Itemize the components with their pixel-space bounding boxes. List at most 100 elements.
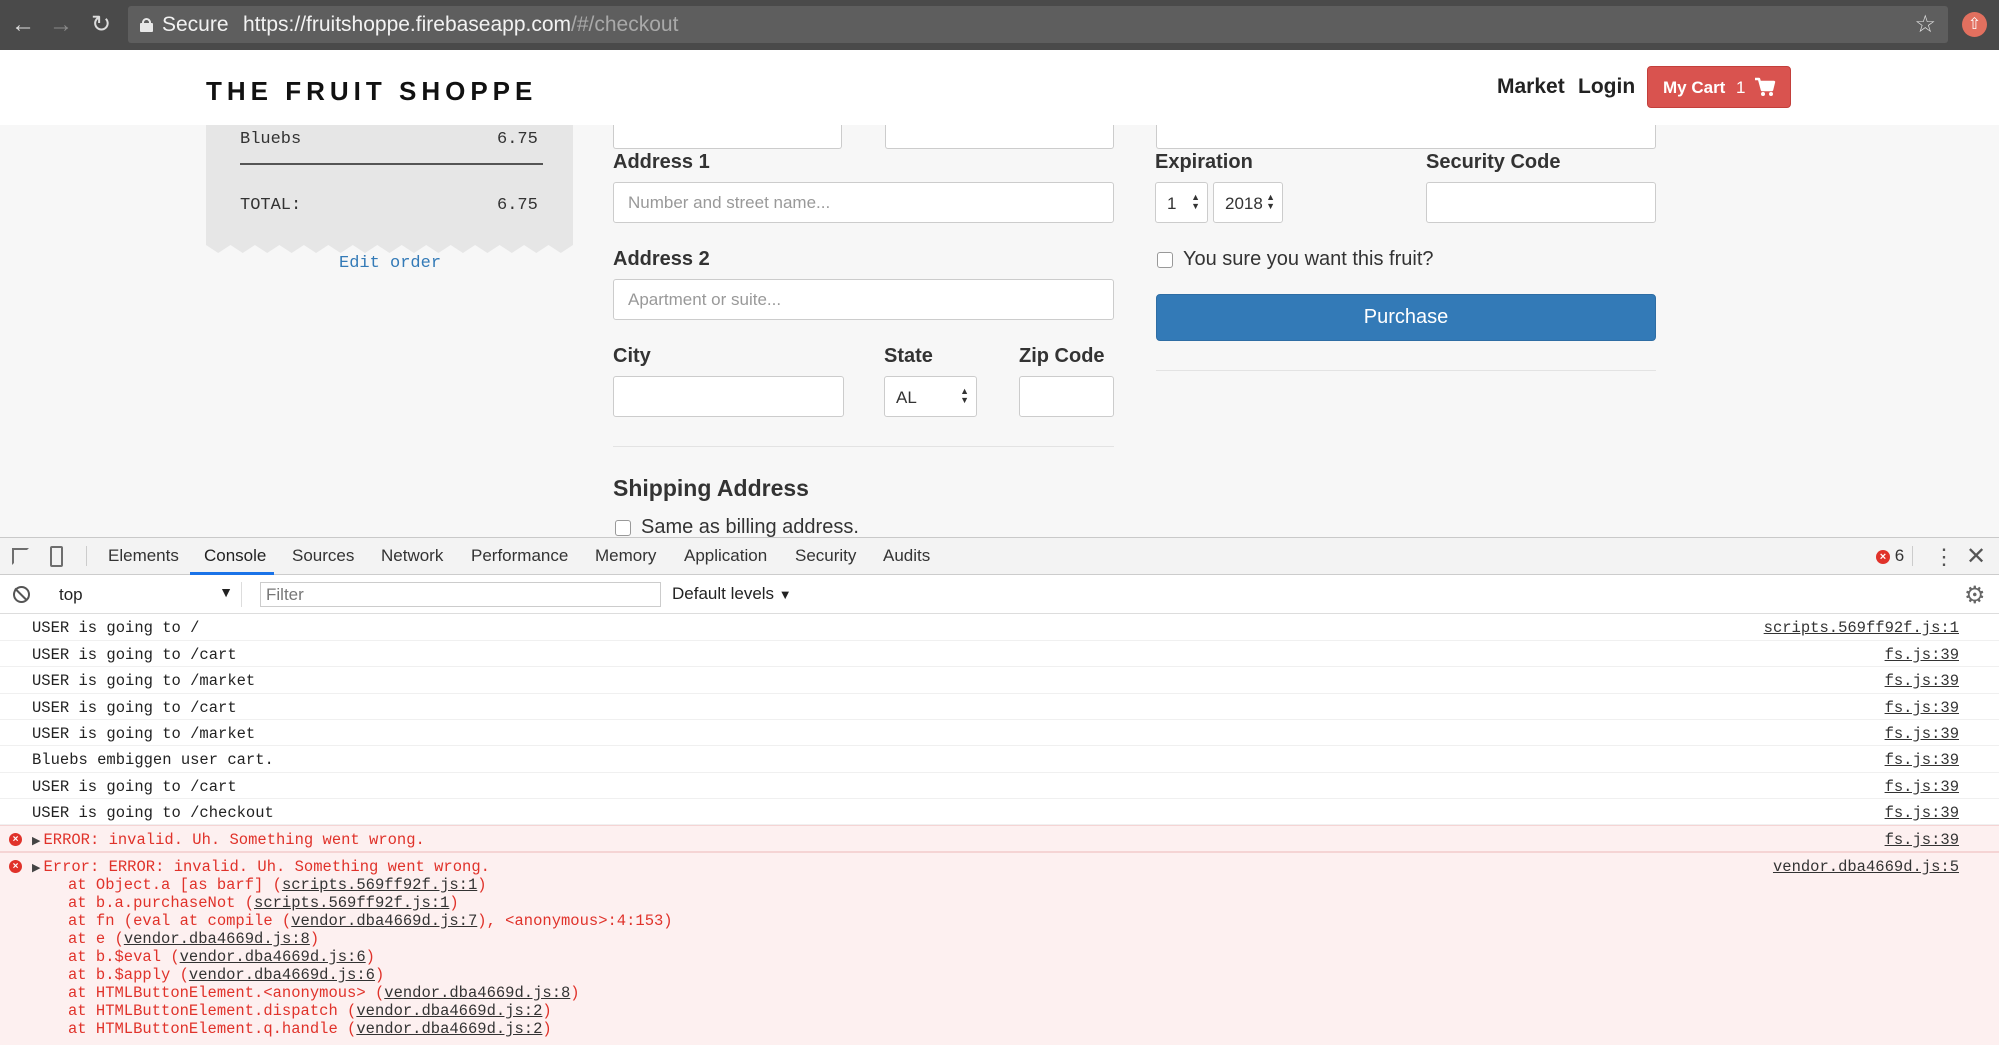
bookmark-star-icon[interactable]: ☆ (1914, 10, 1936, 39)
stack-frame-link[interactable]: vendor.dba4669d.js:6 (180, 948, 366, 966)
state-label: State (884, 345, 933, 367)
tab-audits[interactable]: Audits (883, 546, 930, 566)
back-icon[interactable]: ← (9, 11, 37, 39)
inspect-element-icon[interactable] (12, 548, 29, 565)
log-source-link[interactable]: vendor.dba4669d.js:5 (1773, 858, 1959, 876)
expand-triangle-icon[interactable]: ▶ (32, 836, 40, 848)
tab-memory[interactable]: Memory (595, 546, 656, 566)
console-toolbar: top ▼ Default levels ▼ ⚙ (0, 575, 1999, 614)
error-count-badge[interactable]: × 6 (1876, 546, 1904, 566)
stack-frame-link[interactable]: vendor.dba4669d.js:8 (384, 984, 570, 1002)
purchase-button[interactable]: Purchase (1156, 294, 1656, 341)
console-error-row[interactable]: × ▶ ERROR: invalid. Uh. Something went wr… (0, 825, 1999, 852)
forward-icon[interactable]: → (47, 11, 75, 39)
security-code-input[interactable] (1426, 182, 1656, 223)
log-message: Bluebs embiggen user cart. (32, 751, 274, 769)
same-as-billing-checkbox[interactable] (615, 520, 631, 536)
stack-frame-link[interactable]: vendor.dba4669d.js:2 (356, 1002, 542, 1020)
log-source-link[interactable]: fs.js:39 (1885, 831, 1959, 849)
card-number-input-partial[interactable] (1156, 125, 1656, 149)
close-devtools-icon[interactable]: ✕ (1966, 542, 1986, 571)
log-source-link[interactable]: fs.js:39 (1885, 646, 1959, 664)
first-name-input-partial[interactable] (613, 125, 842, 149)
context-selector[interactable]: top ▼ (50, 582, 242, 607)
last-name-input-partial[interactable] (885, 125, 1114, 149)
more-options-icon[interactable]: ⋮ (1933, 544, 1955, 570)
tab-console[interactable]: Console (204, 546, 266, 566)
device-toolbar-icon[interactable] (50, 546, 63, 567)
console-log-row: USER is going to /market fs.js:39 (0, 720, 1999, 746)
select-arrows-icon: ▲ ▼ (1191, 192, 1200, 211)
address-bar[interactable]: Secure https://fruitshoppe.firebaseapp.c… (128, 6, 1948, 43)
log-message: USER is going to /cart (32, 699, 237, 717)
receipt-divider (240, 163, 543, 165)
stack-frame-link[interactable]: vendor.dba4669d.js:6 (189, 966, 375, 984)
stack-trace-line: at Object.a [as barf] (scripts.569ff92f.… (68, 876, 487, 894)
tab-performance[interactable]: Performance (471, 546, 568, 566)
stack-trace-line: at e (vendor.dba4669d.js:8) (68, 930, 319, 948)
dropdown-arrow-icon: ▼ (778, 587, 792, 602)
dropdown-arrow-icon: ▼ (219, 584, 233, 600)
log-levels-dropdown[interactable]: Default levels ▼ (672, 584, 792, 604)
select-arrows-icon: ▲ ▼ (1266, 192, 1275, 211)
city-input[interactable] (613, 376, 844, 417)
console-filter-input[interactable] (260, 582, 661, 607)
expiration-label: Expiration (1155, 151, 1253, 173)
expiration-year-select[interactable]: 2018 ▲ ▼ (1213, 182, 1283, 223)
expand-triangle-icon[interactable]: ▶ (32, 863, 40, 875)
stack-frame-text: at b.$apply ( (68, 966, 189, 984)
shipping-address-title: Shipping Address (613, 475, 809, 501)
stack-trace-line: at HTMLButtonElement.dispatch (vendor.db… (68, 1002, 552, 1020)
address1-input[interactable] (613, 182, 1114, 223)
reload-icon[interactable]: ↻ (87, 11, 115, 39)
cart-label: My Cart (1663, 78, 1726, 97)
log-source-link[interactable]: scripts.569ff92f.js:1 (1764, 619, 1959, 637)
brand-logo[interactable]: THE FRUIT SHOPPE (206, 76, 537, 107)
stack-frame-link[interactable]: scripts.569ff92f.js:1 (282, 876, 477, 894)
stack-trace-line: at HTMLButtonElement.<anonymous> (vendor… (68, 984, 580, 1002)
nav-market-link[interactable]: Market (1497, 75, 1565, 99)
console-settings-gear-icon[interactable]: ⚙ (1964, 581, 1986, 610)
divider (613, 446, 1114, 447)
error-text: ERROR: invalid. Uh. Something went wrong… (43, 831, 425, 849)
address2-input[interactable] (613, 279, 1114, 320)
log-source-link[interactable]: fs.js:39 (1885, 804, 1959, 822)
error-count: 6 (1894, 546, 1905, 565)
stack-frame-link[interactable]: vendor.dba4669d.js:2 (356, 1020, 542, 1038)
stack-frame-link[interactable]: vendor.dba4669d.js:7 (291, 912, 477, 930)
context-value: top (59, 585, 83, 604)
tab-application[interactable]: Application (684, 546, 767, 566)
stack-frame-text: at b.a.purchaseNot ( (68, 894, 255, 912)
log-source-link[interactable]: fs.js:39 (1885, 725, 1959, 743)
edit-order-link[interactable]: Edit order (339, 254, 441, 273)
state-select[interactable]: AL ▲ ▼ (884, 376, 977, 417)
log-source-link[interactable]: fs.js:39 (1885, 751, 1959, 769)
stack-frame-text: at HTMLButtonElement.q.handle ( (68, 1020, 357, 1038)
tab-sources[interactable]: Sources (292, 546, 354, 566)
stack-frame-text: ) (309, 930, 320, 948)
my-cart-button[interactable]: My Cart 1 (1647, 66, 1791, 108)
tab-security[interactable]: Security (795, 546, 856, 566)
tab-elements[interactable]: Elements (108, 546, 179, 566)
log-source-link[interactable]: fs.js:39 (1885, 778, 1959, 796)
stack-frame-link[interactable]: vendor.dba4669d.js:8 (124, 930, 310, 948)
zip-input[interactable] (1019, 376, 1114, 417)
log-message: USER is going to /checkout (32, 804, 274, 822)
log-source-link[interactable]: fs.js:39 (1885, 699, 1959, 717)
console-error-row-stack[interactable]: × ▶ Error: ERROR: invalid. Uh. Something … (0, 852, 1999, 1045)
extension-icon[interactable]: ⇧ (1962, 12, 1987, 37)
stack-frame-link[interactable]: scripts.569ff92f.js:1 (254, 894, 449, 912)
stack-frame-text: ) (570, 984, 580, 1002)
url-text[interactable]: https://fruitshoppe.firebaseapp.com/#/ch… (243, 13, 678, 37)
stack-frame-text: at e ( (68, 930, 124, 948)
console-log-row: USER is going to /cart fs.js:39 (0, 773, 1999, 799)
address1-label: Address 1 (613, 151, 710, 173)
stack-trace-line: at b.a.purchaseNot (scripts.569ff92f.js:… (68, 894, 459, 912)
tab-network[interactable]: Network (381, 546, 443, 566)
log-message: USER is going to / (32, 619, 200, 637)
confirm-fruit-checkbox[interactable] (1157, 252, 1173, 268)
expiration-month-select[interactable]: 1 ▲ ▼ (1155, 182, 1208, 223)
nav-login-link[interactable]: Login (1578, 75, 1635, 99)
log-source-link[interactable]: fs.js:39 (1885, 672, 1959, 690)
clear-console-icon[interactable] (13, 586, 30, 603)
